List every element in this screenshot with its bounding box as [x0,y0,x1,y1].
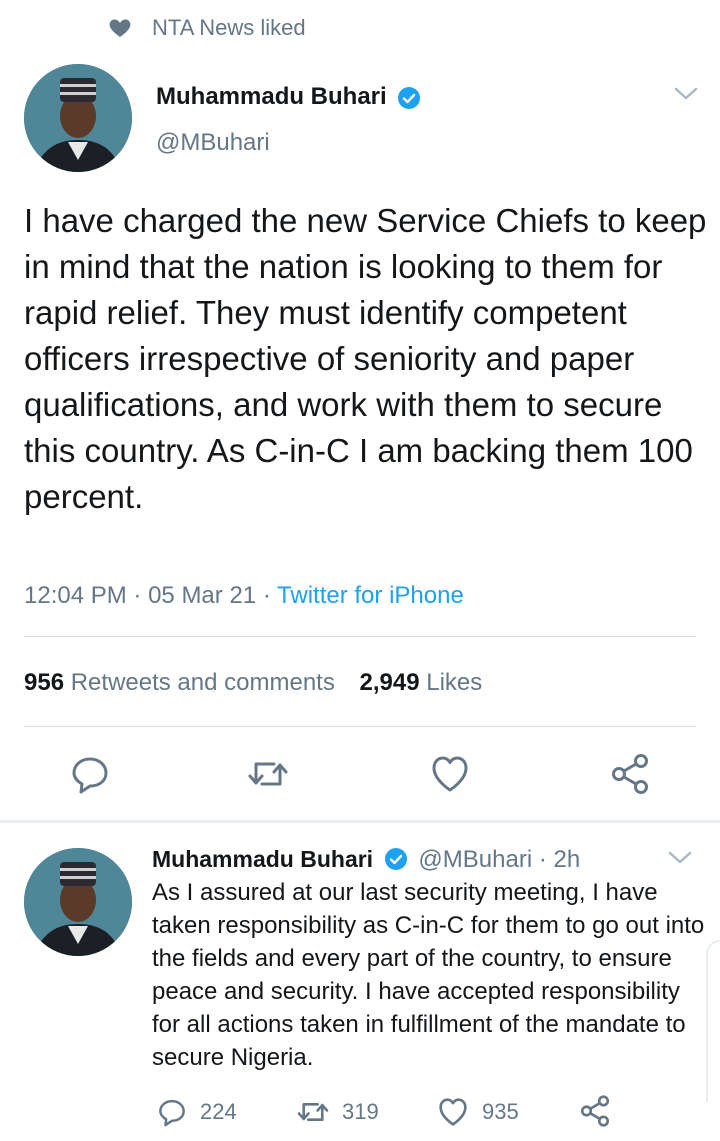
meta-separator: · [262,582,271,609]
reply-age: · 2h [538,846,581,873]
author-handle[interactable]: @MBuhari [156,126,270,160]
retweets-label: Retweets and comments [70,669,335,696]
tweet-text: I have charged the new Service Chiefs to… [24,202,707,515]
likes-stat[interactable]: 2,949 Likes [360,669,483,696]
reply-icon[interactable] [68,752,112,796]
avatar-image [24,848,132,956]
tweet-stats: 956 Retweets and comments 2,949 Likes [24,666,482,700]
likes-label: Likes [426,669,483,696]
tweet-date: 05 Mar 21 [148,582,257,609]
retweet-icon[interactable] [246,752,290,796]
share-icon[interactable] [578,1094,612,1128]
like-count: 935 [482,1099,519,1124]
chevron-down-icon[interactable] [666,848,694,868]
retweet-count: 319 [342,1099,379,1124]
reply-header: Muhammadu Buhari @MBuhari · 2h [152,842,580,877]
reply-handle[interactable]: @MBuhari [418,846,532,873]
social-context-text: NTA News liked [152,15,306,40]
avatar-image [24,64,132,172]
chevron-down-icon[interactable] [672,84,700,104]
author-name[interactable]: Muhammadu Buhari [156,83,387,110]
reply-author-name[interactable]: Muhammadu Buhari [152,846,373,872]
verified-badge-icon [398,86,421,109]
thread-separator [0,820,720,823]
likes-count: 2,949 [359,669,420,696]
meta-separator: · [133,582,142,609]
retweets-count: 956 [24,669,65,696]
divider [24,636,696,637]
author-row: Muhammadu Buhari [156,80,421,117]
social-context: NTA News liked [108,12,306,44]
tweet-time: 12:04 PM [24,582,127,609]
reply-reply-action[interactable]: 224 [156,1094,237,1130]
divider [24,726,696,727]
avatar[interactable] [24,848,132,956]
like-icon[interactable] [428,752,472,796]
reply-icon [159,1099,185,1127]
reply-text: As I assured at our last security meetin… [152,879,705,1071]
reply-retweet-action[interactable]: 319 [296,1094,379,1130]
tweet-meta: 12:04 PM · 05 Mar 21 · Twitter for iPhon… [24,578,464,614]
reply-count: 224 [200,1099,237,1124]
heart-icon [109,19,131,37]
verified-badge-icon [384,847,407,870]
retweet-icon [297,1102,329,1122]
avatar[interactable] [24,64,132,172]
tweet-source-link[interactable]: Twitter for iPhone [277,582,464,609]
share-icon[interactable] [608,752,652,796]
reply-like-action[interactable]: 935 [436,1094,519,1130]
scroll-edge [706,940,720,1102]
like-icon [439,1098,467,1126]
retweets-stat[interactable]: 956 Retweets and comments [24,669,335,696]
